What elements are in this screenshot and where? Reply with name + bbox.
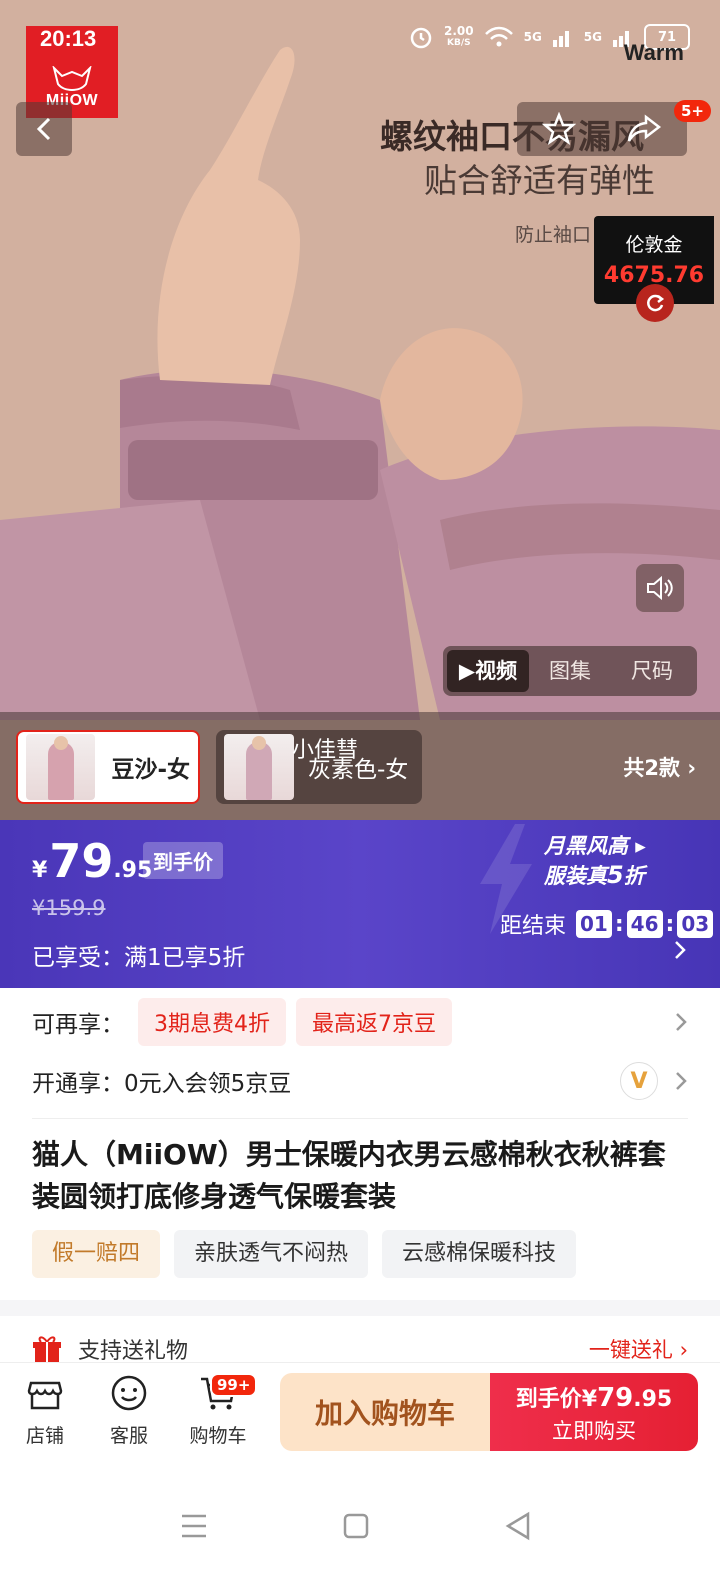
- add-to-cart-button[interactable]: 加入购物车: [280, 1373, 490, 1451]
- buy-price-prefix: 到手价¥: [515, 1387, 598, 1412]
- buy-now-button[interactable]: 到手价¥79.95 立即购买: [490, 1373, 698, 1451]
- refresh-icon[interactable]: [636, 284, 674, 322]
- extra-benefits-row[interactable]: 可再享： 3期息费4折 最高返7京豆: [32, 996, 688, 1048]
- original-price: ¥159.9: [32, 896, 106, 920]
- price-integer: 79: [49, 834, 114, 888]
- product-hero-image[interactable]: MiiOW 20:13 2.00 KB/S 5G 5G 71 Warm 螺纹袖口…: [0, 0, 720, 820]
- vip-badge-icon: V: [620, 1062, 658, 1100]
- home-icon[interactable]: [336, 1506, 376, 1546]
- variant-strip: 豆沙-女 灰素色-女 小佳彗 共2款 ›: [0, 712, 720, 820]
- buy-price-int: 79: [597, 1383, 634, 1413]
- chevron-right-icon: [676, 1072, 687, 1090]
- warm-label: Warm: [623, 40, 684, 65]
- product-page: MiiOW 20:13 2.00 KB/S 5G 5G 71 Warm 螺纹袖口…: [0, 0, 720, 1584]
- gift-icon: [33, 1336, 61, 1362]
- cart-count-badge: 99+: [210, 1373, 258, 1397]
- promo-subtitle: 服装真5折: [544, 860, 645, 890]
- discount-label: 已享受：: [32, 945, 124, 971]
- refresh-glyph-icon: [647, 294, 665, 312]
- top-action-group: [517, 102, 687, 156]
- variant-option-1[interactable]: 豆沙-女: [16, 730, 200, 804]
- final-price-tag: 到手价: [143, 842, 223, 879]
- service-label: 客服: [109, 1425, 148, 1447]
- buy-price-dec: .95: [633, 1387, 673, 1412]
- tab-size[interactable]: 尺码: [611, 650, 693, 692]
- discount-value: 满1已享5折: [124, 945, 246, 971]
- alarm-icon: [410, 27, 432, 49]
- hero-title-line2: 贴合舒适有弹性: [424, 161, 655, 200]
- extra-benefits-label: 可再享：: [32, 1012, 124, 1038]
- variant-count-link[interactable]: 共2款 ›: [623, 752, 696, 782]
- product-tags: 假一赔四 亲肤透气不闷热 云感棉保暖科技: [32, 1230, 577, 1278]
- gift-label: 支持送礼物: [78, 1339, 189, 1364]
- chat-smile-icon: [111, 1375, 147, 1411]
- discount-applied[interactable]: 已享受：满1已享5折: [32, 938, 245, 972]
- buy-now-price: 到手价¥79.95: [490, 1381, 698, 1413]
- promo-suffix: 折: [623, 864, 645, 888]
- variant-thumbnail: [224, 734, 294, 800]
- network-speed: 2.00 KB/S: [444, 25, 474, 49]
- membership-row[interactable]: 开通享： 0元入会领5京豆 V: [32, 1058, 688, 1104]
- shop-label: 店铺: [25, 1425, 64, 1447]
- section-separator: [0, 1300, 720, 1316]
- cart-label: 购物车: [189, 1425, 247, 1447]
- share-icon[interactable]: [626, 112, 662, 146]
- variant-thumbnail: [26, 734, 96, 800]
- countdown-minutes: 46: [626, 910, 663, 938]
- promo-number: 5: [607, 861, 624, 889]
- variant-option-2[interactable]: 灰素色-女 小佳彗: [216, 730, 422, 804]
- countdown-timer: 距结束 01 : 46 : 03: [500, 908, 715, 940]
- price-currency: ¥: [32, 858, 48, 883]
- price-banner: ¥ 79 .95 到手价 ¥159.9 已享受：满1已享5折 月黑风高 ▸ 服装…: [0, 820, 720, 988]
- menu-icon[interactable]: [174, 1506, 214, 1546]
- media-tabs: ▶视频 图集 尺码: [443, 646, 697, 696]
- buy-now-label: 立即购买: [552, 1419, 636, 1443]
- network-5g-1: 5G: [523, 30, 542, 44]
- customer-service-button[interactable]: 客服: [94, 1373, 164, 1448]
- speed-value: 2.00: [443, 24, 474, 38]
- cat-logo-icon: [52, 66, 92, 91]
- bottom-action-bar: 店铺 客服 购物车 99+ 加入购物车 到手价¥79.95 立即购买: [0, 1362, 720, 1464]
- back-button[interactable]: [16, 102, 72, 156]
- tag-warm-tech[interactable]: 云感棉保暖科技: [382, 1230, 577, 1278]
- countdown-label: 距结束: [500, 914, 567, 939]
- promo-title[interactable]: 月黑风高 ▸: [544, 830, 646, 860]
- gift-action-link[interactable]: 一键送礼 ›: [589, 1334, 688, 1364]
- benefit-chip-jingdou: 最高返7京豆: [296, 998, 452, 1046]
- promo-prefix: 服装真: [544, 864, 607, 888]
- product-title: 猫人（MiiOW）男士保暖内衣男云感棉秋衣秋裤套装圆领打底修身透气保暖套装: [32, 1138, 666, 1213]
- variant-label: 豆沙-女: [111, 757, 190, 783]
- current-price: ¥ 79 .95: [32, 834, 152, 888]
- notification-badge: 5+: [674, 100, 712, 122]
- status-time: 20:13: [40, 26, 97, 51]
- back-triangle-icon[interactable]: [498, 1506, 538, 1546]
- speed-unit: KB/S: [446, 38, 471, 48]
- tag-guarantee[interactable]: 假一赔四: [32, 1230, 161, 1278]
- divider: [32, 1118, 688, 1119]
- tab-video[interactable]: ▶视频: [447, 650, 529, 692]
- network-5g-2: 5G: [583, 30, 602, 44]
- hero-subtitle: 防止袖口: [515, 224, 592, 246]
- countdown-seconds: 03: [677, 910, 714, 938]
- membership-value: 0元入会领5京豆: [124, 1071, 292, 1097]
- signal-icon: [552, 31, 569, 47]
- tag-breathable[interactable]: 亲肤透气不闷热: [174, 1230, 369, 1278]
- chevron-right-icon: [676, 1013, 687, 1031]
- sound-toggle-button[interactable]: [636, 564, 684, 612]
- speaker-icon: [647, 575, 673, 601]
- system-navigation-bar: [0, 1464, 720, 1584]
- tab-gallery[interactable]: 图集: [529, 650, 611, 692]
- danmaku-overlay-text: 小佳彗: [292, 738, 359, 763]
- wifi-icon: [484, 26, 513, 47]
- membership-label: 开通享：: [32, 1071, 124, 1097]
- store-icon: [27, 1381, 63, 1410]
- countdown-hours: 01: [576, 910, 612, 938]
- gold-label: 伦敦金: [625, 234, 683, 256]
- shop-button[interactable]: 店铺: [10, 1373, 80, 1448]
- chevron-left-icon: [36, 117, 51, 141]
- favorite-star-icon[interactable]: [542, 112, 576, 146]
- gift-row[interactable]: 支持送礼物 一键送礼 ›: [32, 1332, 688, 1366]
- benefit-chip-installment: 3期息费4折: [138, 998, 286, 1046]
- chevron-right-icon[interactable]: [672, 938, 688, 962]
